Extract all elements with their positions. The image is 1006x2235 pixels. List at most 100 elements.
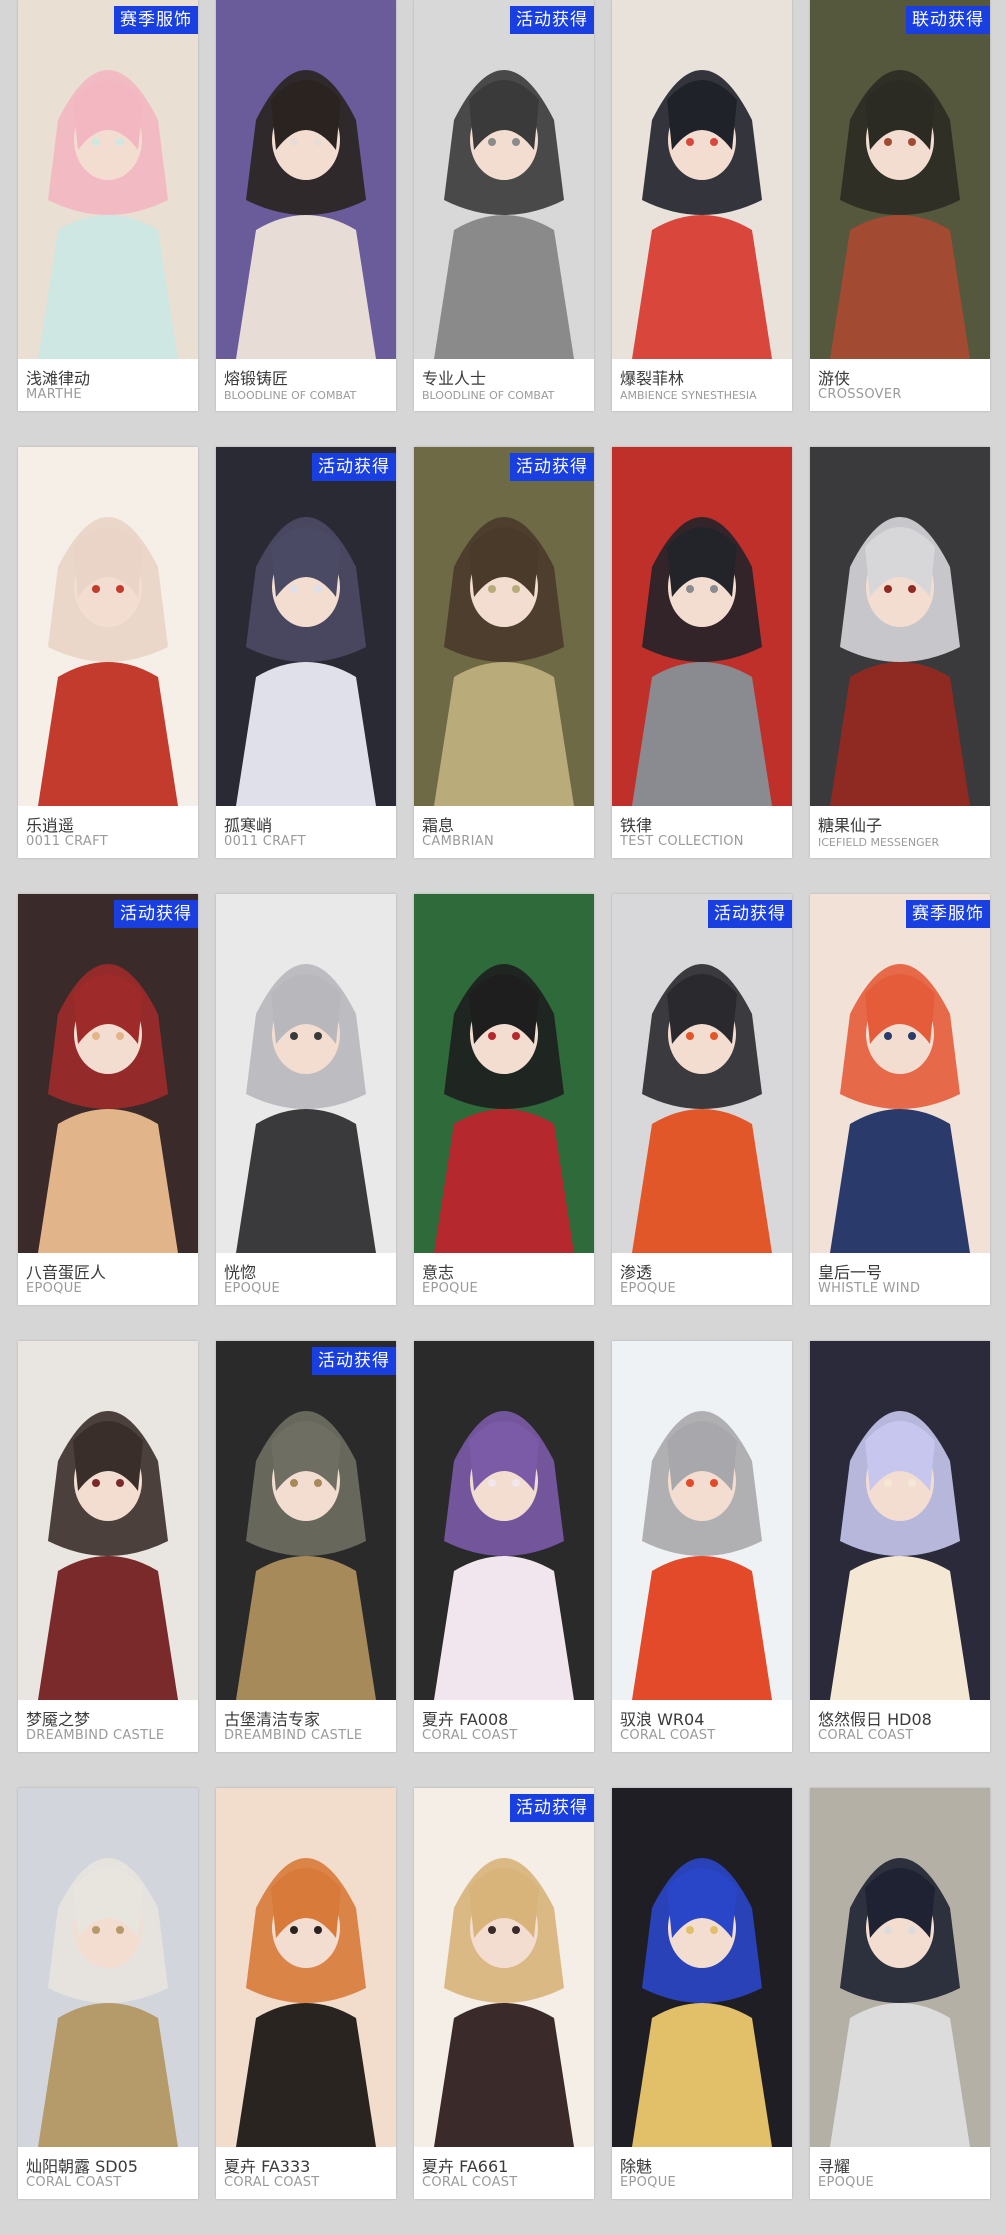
- skin-name: 渗透: [620, 1263, 653, 1282]
- skin-series: EPOQUE: [818, 2175, 875, 2190]
- skin-card[interactable]: 赛季服饰 浅滩律动 MARTHE: [18, 0, 198, 411]
- skin-name: 夏卉 FA333: [224, 2157, 311, 2176]
- skin-name: 皇后一号: [818, 1263, 883, 1282]
- skin-card[interactable]: 活动获得古堡清洁专家 DREAMBIND CASTLE: [216, 1341, 396, 1752]
- skin-series: 0011 CRAFT: [26, 834, 108, 849]
- skin-name: 霜息: [422, 816, 455, 835]
- skin-caption: 梦魇之梦 DREAMBIND CASTLE: [18, 1700, 198, 1752]
- skin-card[interactable]: 夏卉 FA008 CORAL COAST: [414, 1341, 594, 1752]
- skin-card[interactable]: 活动获得渗透 EPOQUE: [612, 894, 792, 1305]
- acquisition-badge: 活动获得: [510, 453, 594, 481]
- skin-art-icon: [18, 1341, 198, 1700]
- skin-name: 铁律: [620, 816, 653, 835]
- skin-series: ICEFIELD MESSENGER: [818, 836, 940, 849]
- skin-series: CROSSOVER: [818, 387, 902, 402]
- skin-art-icon: [18, 894, 198, 1253]
- skin-art-icon: [414, 447, 594, 806]
- skin-name: 爆裂菲林: [620, 369, 685, 388]
- acquisition-badge: 活动获得: [312, 453, 396, 481]
- skin-card[interactable]: 联动获得 游侠 CROSSOVER: [810, 0, 990, 411]
- skin-caption: 夏卉 FA333 CORAL COAST: [216, 2147, 396, 2199]
- skin-art-icon: [414, 894, 594, 1253]
- skin-caption: 夏卉 FA008 CORAL COAST: [414, 1700, 594, 1752]
- acquisition-badge: 活动获得: [114, 900, 198, 928]
- skin-name: 梦魇之梦: [26, 1710, 91, 1729]
- skin-card[interactable]: 活动获得孤寒峭 0011 CRAFT: [216, 447, 396, 858]
- skin-card[interactable]: 意志 EPOQUE: [414, 894, 594, 1305]
- skin-name: 意志: [422, 1263, 455, 1282]
- skin-caption: 爆裂菲林 AMBIENCE SYNESTHESIA: [612, 359, 792, 411]
- skin-card[interactable]: 灿阳朝露 SD05 CORAL COAST: [18, 1788, 198, 2199]
- skin-caption: 八音蛋匠人 EPOQUE: [18, 1253, 198, 1305]
- skin-name: 古堡清洁专家: [224, 1710, 321, 1729]
- skin-card[interactable]: 恍惚 EPOQUE: [216, 894, 396, 1305]
- skin-caption: 渗透 EPOQUE: [612, 1253, 792, 1305]
- skin-art-icon: [612, 1341, 792, 1700]
- skin-series: BLOODLINE OF COMBAT: [422, 389, 555, 402]
- skin-art-icon: [216, 1788, 396, 2147]
- skin-caption: 专业人士 BLOODLINE OF COMBAT: [414, 359, 594, 411]
- skin-art-icon: [810, 1788, 990, 2147]
- skin-name: 游侠: [818, 369, 851, 388]
- skin-series: CORAL COAST: [422, 2175, 518, 2190]
- skin-card[interactable]: 驭浪 WR04 CORAL COAST: [612, 1341, 792, 1752]
- skin-art-icon: [612, 1788, 792, 2147]
- skin-name: 除魅: [620, 2157, 653, 2176]
- skin-series: EPOQUE: [26, 1281, 83, 1296]
- skin-card[interactable]: 赛季服饰 皇后一号 WHISTLE WIND: [810, 894, 990, 1305]
- skin-series: DREAMBIND CASTLE: [26, 1728, 165, 1743]
- skin-caption: 乐逍遥 0011 CRAFT: [18, 806, 198, 858]
- acquisition-badge: 活动获得: [708, 900, 792, 928]
- skin-caption: 夏卉 FA661 CORAL COAST: [414, 2147, 594, 2199]
- skin-name: 孤寒峭: [224, 816, 273, 835]
- skin-art-icon: [414, 1788, 594, 2147]
- skin-caption: 古堡清洁专家 DREAMBIND CASTLE: [216, 1700, 396, 1752]
- skin-art-icon: [18, 0, 198, 359]
- skin-name: 夏卉 FA008: [422, 1710, 509, 1729]
- skin-name: 乐逍遥: [26, 816, 75, 835]
- skin-card[interactable]: 活动获得 专业人士 BLOODLINE OF COMBAT: [414, 0, 594, 411]
- skin-caption: 铁律 TEST COLLECTION: [612, 806, 792, 858]
- skin-name: 八音蛋匠人: [26, 1263, 107, 1282]
- acquisition-badge: 赛季服饰: [114, 6, 198, 34]
- skin-grid: 赛季服饰 浅滩律动 MARTHE 熔锻铸匠 BLOODLINE OF COMBAT 活动获…: [18, 0, 990, 2199]
- skin-card[interactable]: 熔锻铸匠 BLOODLINE OF COMBAT: [216, 0, 396, 411]
- skin-name: 灿阳朝露 SD05: [26, 2157, 138, 2176]
- skin-name: 熔锻铸匠: [224, 369, 289, 388]
- skin-art-icon: [216, 1341, 396, 1700]
- skin-art-icon: [810, 894, 990, 1253]
- skin-series: WHISTLE WIND: [818, 1281, 921, 1296]
- skin-caption: 皇后一号 WHISTLE WIND: [810, 1253, 990, 1305]
- skin-series: EPOQUE: [620, 2175, 677, 2190]
- skin-caption: 寻耀 EPOQUE: [810, 2147, 990, 2199]
- skin-caption: 灿阳朝露 SD05 CORAL COAST: [18, 2147, 198, 2199]
- skin-name: 驭浪 WR04: [620, 1710, 705, 1729]
- skin-series: CAMBRIAN: [422, 834, 494, 849]
- skin-name: 悠然假日 HD08: [818, 1710, 932, 1729]
- skin-card[interactable]: 除魅 EPOQUE: [612, 1788, 792, 2199]
- skin-series: 0011 CRAFT: [224, 834, 306, 849]
- skin-art-icon: [414, 0, 594, 359]
- skin-card[interactable]: 梦魇之梦 DREAMBIND CASTLE: [18, 1341, 198, 1752]
- skin-card[interactable]: 活动获得霜息 CAMBRIAN: [414, 447, 594, 858]
- skin-art-icon: [216, 894, 396, 1253]
- skin-name: 寻耀: [818, 2157, 851, 2176]
- skin-card[interactable]: 糖果仙子 ICEFIELD MESSENGER: [810, 447, 990, 858]
- skin-series: AMBIENCE SYNESTHESIA: [620, 389, 757, 402]
- skin-caption: 游侠 CROSSOVER: [810, 359, 990, 411]
- skin-card[interactable]: 铁律 TEST COLLECTION: [612, 447, 792, 858]
- skin-card[interactable]: 寻耀 EPOQUE: [810, 1788, 990, 2199]
- skin-caption: 悠然假日 HD08 CORAL COAST: [810, 1700, 990, 1752]
- skin-card[interactable]: 活动获得 夏卉 FA661 CORAL COAST: [414, 1788, 594, 2199]
- skin-series: EPOQUE: [422, 1281, 479, 1296]
- skin-card[interactable]: 悠然假日 HD08 CORAL COAST: [810, 1341, 990, 1752]
- skin-card[interactable]: 活动获得八音蛋匠人 EPOQUE: [18, 894, 198, 1305]
- skin-card[interactable]: 乐逍遥 0011 CRAFT: [18, 447, 198, 858]
- skin-caption: 熔锻铸匠 BLOODLINE OF COMBAT: [216, 359, 396, 411]
- acquisition-badge: 活动获得: [312, 1347, 396, 1375]
- skin-series: CORAL COAST: [26, 2175, 122, 2190]
- skin-card[interactable]: 爆裂菲林 AMBIENCE SYNESTHESIA: [612, 0, 792, 411]
- skin-caption: 意志 EPOQUE: [414, 1253, 594, 1305]
- skin-art-icon: [612, 447, 792, 806]
- skin-card[interactable]: 夏卉 FA333 CORAL COAST: [216, 1788, 396, 2199]
